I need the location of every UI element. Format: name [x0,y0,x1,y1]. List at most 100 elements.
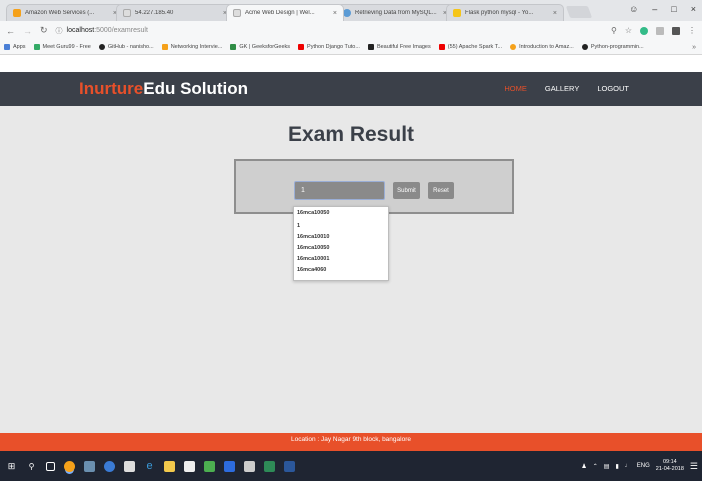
browser-tab-active[interactable]: Acme Web Design | Wel... × [226,4,344,21]
site-header: InurtureEdu Solution HOME GALLERY LOGOUT [0,72,702,106]
battery-icon[interactable]: ▮ [615,463,618,470]
store-icon[interactable] [124,460,135,472]
close-icon[interactable]: × [691,4,696,14]
browser-tab[interactable]: 54.227.185.40 × [116,4,234,21]
store-bag-icon[interactable] [184,460,195,472]
close-tab-icon[interactable]: × [553,10,557,17]
bookmark-item[interactable]: Introduction to Amaz... [510,44,574,50]
browser-tab[interactable]: Flask python mysql - Yo... × [446,4,564,21]
browser-tab[interactable]: Retrieving Data from MySQL... × [336,4,454,21]
language-indicator[interactable]: ENG [637,463,650,469]
site-logo[interactable]: InurtureEdu Solution [79,79,248,99]
autocomplete-option[interactable]: 16mca4060 [294,265,388,276]
nav-gallery-link[interactable]: GALLERY [545,84,579,93]
extension-icon[interactable] [656,26,664,35]
apps-grid-icon [4,44,10,50]
address-bar: ← → ↻ ⓘ localhost:5000/examresult ⚲ ☆ ⋮ [0,21,702,40]
people-icon[interactable]: ♟ [581,463,586,470]
autocomplete-dropdown: 16mca10050 1 16mca10010 16mca10050 16mca… [293,206,389,281]
browser-tab[interactable]: Amazon Web Services (... × [6,4,124,21]
bookmark-item[interactable]: Networking Intervie... [161,44,222,50]
url-field[interactable]: ⓘ localhost:5000/examresult [56,24,611,38]
clock-date: 21-04-2018 [655,466,684,472]
app-icon[interactable] [104,460,115,472]
network-icon[interactable]: ▤ [604,463,610,470]
bookmark-item[interactable]: Python Django Tuto... [298,44,360,50]
tray-expand-icon[interactable]: ⌃ [593,463,598,470]
dreamweaver-icon[interactable] [204,460,215,472]
taskbar-clock[interactable]: 09:14 21-04-2018 [656,459,684,473]
page-favicon-icon [123,9,131,17]
zoom-icon[interactable]: ⚲ [611,26,617,35]
bookmark-favicon-icon [33,44,40,50]
back-icon[interactable]: ← [6,26,15,36]
bookmarks-bar: Apps Meet Guru99 - Free GitHub - nanisho… [0,40,702,55]
bookmark-item[interactable]: Meet Guru99 - Free [33,44,91,50]
minimize-icon[interactable]: – [652,4,657,14]
edge-icon[interactable]: e [144,460,155,472]
autocomplete-option[interactable]: 1 [294,221,388,232]
extension-icon[interactable] [640,26,648,35]
site-footer: Location : Jay Nagar 9th block, bangalor… [0,433,702,451]
window-controls: ☺ – □ × [629,4,696,14]
forward-icon[interactable]: → [23,26,32,36]
app-icon[interactable] [224,460,235,472]
chrome-icon[interactable] [64,460,75,472]
main-nav: HOME GALLERY LOGOUT [504,84,629,93]
bookmarks-more-icon[interactable]: » [692,44,696,51]
extension-icon[interactable] [672,26,680,35]
user-icon[interactable]: ☺ [629,4,638,14]
page-favicon-icon [453,9,461,17]
bookmark-apps[interactable]: Apps [4,44,26,50]
maximize-icon[interactable]: □ [671,4,676,14]
reload-icon[interactable]: ↻ [40,25,48,36]
bookmark-favicon-icon [161,44,168,50]
bookmark-item[interactable]: (55) Apache Spark T... [438,44,502,50]
pycharm-icon[interactable] [264,460,275,472]
new-tab-button[interactable] [565,6,593,18]
close-tab-icon[interactable]: × [333,10,337,17]
bookmark-star-icon[interactable]: ☆ [625,26,632,35]
task-view-icon[interactable] [46,461,55,471]
info-icon[interactable]: ⓘ [56,26,63,36]
bookmark-item[interactable]: Beautiful Free Images [367,44,431,50]
app-icon[interactable] [84,460,95,472]
system-tray: ♟ ⌃ ▤ ▮ ♩ ENG 09:14 21-04-2018 ☰ [581,451,698,481]
autocomplete-option[interactable]: 16mca10050 [294,208,388,219]
page-favicon-icon [233,9,241,17]
aws-favicon-icon [13,9,21,17]
footer-location-text: Location : Jay Nagar 9th block, bangalor… [291,436,411,443]
file-explorer-icon[interactable] [164,460,175,472]
notepad-icon[interactable] [244,460,255,472]
page-favicon-icon [343,9,351,17]
geeksforgeeks-icon [230,44,237,50]
bookmark-item[interactable]: Python-programmin... [581,44,644,50]
clock-time: 09:14 [662,459,677,465]
autocomplete-option[interactable]: 16mca10050 [294,243,388,254]
nav-home-link[interactable]: HOME [504,84,527,93]
bookmark-item[interactable]: GitHub - nanisho... [98,44,154,50]
reset-button[interactable]: Reset [428,182,454,199]
volume-icon[interactable]: ♩ [625,463,631,469]
bookmark-favicon-icon [510,44,517,50]
github-icon [581,44,588,50]
nav-logout-link[interactable]: LOGOUT [597,84,629,93]
windows-start-icon[interactable]: ⊞ [6,461,17,472]
autocomplete-option[interactable]: 16mca10010 [294,232,388,243]
bookmark-item[interactable]: GK | GeeksforGeeks [230,44,290,50]
windows-taskbar: ⊞ ⚲ e ♟ ⌃ ▤ ▮ ♩ ENG 09:14 21-04-2018 ☰ [0,451,702,481]
browser-tab-strip: Amazon Web Services (... × 54.227.185.40 ×… [0,0,702,21]
roll-number-input[interactable] [294,181,385,200]
search-icon[interactable]: ⚲ [26,461,37,472]
url-path: :5000/examresult [94,27,148,34]
autocomplete-option[interactable]: 16mca10001 [294,254,388,265]
youtube-icon [438,44,445,50]
word-icon[interactable] [284,460,295,472]
notifications-icon[interactable]: ☰ [690,461,698,472]
camera-icon [367,44,374,50]
youtube-icon [298,44,305,50]
page-title: Exam Result [287,123,415,146]
menu-icon[interactable]: ⋮ [688,26,696,35]
submit-button[interactable]: Submit [393,182,420,199]
github-icon [98,44,105,50]
